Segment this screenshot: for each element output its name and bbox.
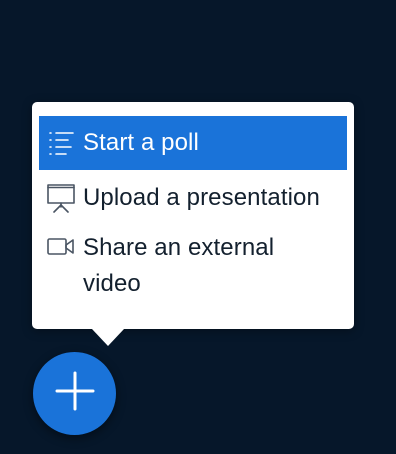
menu-pointer bbox=[92, 329, 124, 346]
plus-icon bbox=[55, 371, 95, 416]
start-poll-label: Start a poll bbox=[83, 129, 199, 156]
actions-menu-list: Start a poll Upload a presentation Share… bbox=[39, 116, 347, 310]
share-external-video-label: Share an external video bbox=[83, 234, 275, 297]
share-external-video-menu-item[interactable]: Share an external video bbox=[39, 230, 347, 310]
upload-presentation-menu-item[interactable]: Upload a presentation bbox=[39, 180, 347, 220]
actions-plus-button[interactable] bbox=[33, 352, 116, 435]
session-canvas: Start a poll Upload a presentation Share… bbox=[0, 0, 396, 454]
poll-list-icon bbox=[39, 129, 83, 157]
upload-presentation-label: Upload a presentation bbox=[83, 184, 320, 211]
actions-menu: Start a poll Upload a presentation Share… bbox=[32, 102, 354, 346]
video-camera-icon bbox=[39, 230, 83, 258]
start-poll-menu-item[interactable]: Start a poll bbox=[39, 116, 347, 170]
presentation-board-icon bbox=[39, 180, 83, 213]
